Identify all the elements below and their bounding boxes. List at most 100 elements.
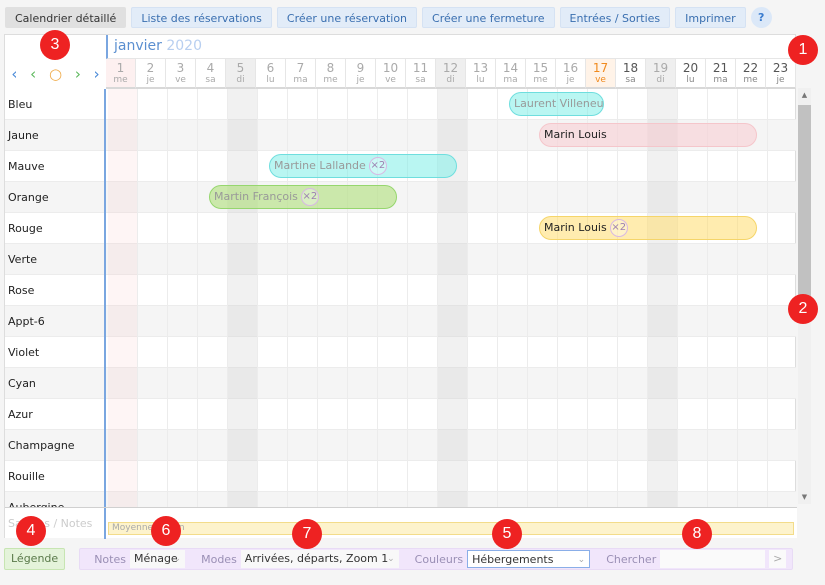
day-cell[interactable] [138,182,168,213]
day-cell[interactable] [468,120,498,151]
day-cell[interactable] [108,213,138,244]
day-cell[interactable] [618,89,648,120]
day-cell[interactable] [678,399,708,430]
day-cell[interactable] [258,275,288,306]
day-cell[interactable] [738,244,768,275]
day-cell[interactable] [408,368,438,399]
day-cell[interactable] [168,120,198,151]
day-cell[interactable] [408,213,438,244]
day-cell[interactable] [678,151,708,182]
day-header[interactable]: 19 di [646,59,676,89]
day-cell[interactable] [258,337,288,368]
day-cell[interactable] [108,306,138,337]
room-label[interactable]: Jaune [5,120,106,151]
day-cell[interactable] [618,337,648,368]
day-cell[interactable] [558,337,588,368]
day-cell[interactable] [768,151,797,182]
tab-creer-reservation[interactable]: Créer une réservation [276,7,418,28]
day-cell[interactable] [738,399,768,430]
day-cell[interactable] [768,399,797,430]
day-cell[interactable] [588,399,618,430]
day-cell[interactable] [108,430,138,461]
day-cell[interactable] [108,244,138,275]
day-cell[interactable] [648,399,678,430]
day-cell[interactable] [528,399,558,430]
day-cell[interactable] [768,337,797,368]
day-cell[interactable] [498,430,528,461]
tab-entrees-sorties[interactable]: Entrées / Sorties [559,7,671,28]
day-cell[interactable] [558,182,588,213]
room-label[interactable]: Azur [5,399,106,430]
day-cell[interactable] [378,399,408,430]
day-header[interactable]: 22 me [736,59,766,89]
day-cell[interactable] [498,368,528,399]
day-cell[interactable] [528,244,558,275]
booking-bar[interactable]: Marin Louis [539,123,757,147]
day-cell[interactable] [768,492,797,507]
day-cell[interactable] [348,368,378,399]
day-cell[interactable] [168,461,198,492]
day-cell[interactable] [528,182,558,213]
room-label[interactable]: Champagne [5,430,106,461]
day-cell[interactable] [378,430,408,461]
day-cell[interactable] [228,89,258,120]
day-cell[interactable] [558,275,588,306]
day-cell[interactable] [438,244,468,275]
day-cell[interactable] [138,492,168,507]
day-cell[interactable] [768,182,797,213]
day-cell[interactable] [438,306,468,337]
day-cell[interactable] [468,337,498,368]
day-cell[interactable] [588,244,618,275]
day-cell[interactable] [708,306,738,337]
day-cell[interactable] [408,275,438,306]
day-cell[interactable] [678,182,708,213]
day-cell[interactable] [708,151,738,182]
day-header[interactable]: 16 je [556,59,586,89]
day-cell[interactable] [678,430,708,461]
day-cell[interactable] [258,399,288,430]
today-button[interactable]: ○ [49,65,62,83]
day-cell[interactable] [378,492,408,507]
day-cell[interactable] [618,182,648,213]
day-header[interactable]: 20 lu [676,59,706,89]
day-cell[interactable] [378,275,408,306]
day-header[interactable]: 21 ma [706,59,736,89]
day-cell[interactable] [438,461,468,492]
day-cell[interactable] [558,461,588,492]
day-cell[interactable] [378,244,408,275]
day-cell[interactable] [228,306,258,337]
day-cell[interactable] [108,337,138,368]
day-cell[interactable] [168,89,198,120]
day-cell[interactable] [468,182,498,213]
day-cell[interactable] [348,461,378,492]
day-cell[interactable] [438,492,468,507]
next-far-button[interactable]: › [94,65,100,83]
day-header[interactable]: 8 me [316,59,346,89]
day-cell[interactable] [738,182,768,213]
day-cell[interactable] [768,430,797,461]
day-cell[interactable] [168,399,198,430]
day-header[interactable]: 7 ma [286,59,316,89]
day-cell[interactable] [498,151,528,182]
day-cell[interactable] [288,399,318,430]
day-cell[interactable] [678,89,708,120]
day-cell[interactable] [738,430,768,461]
room-label[interactable]: Rouge [5,213,106,244]
day-cell[interactable] [348,244,378,275]
notes-select[interactable]: Ménage ⌄ [129,550,186,568]
tab-creer-fermeture[interactable]: Créer une fermeture [422,7,555,28]
day-cell[interactable] [678,368,708,399]
day-cell[interactable] [468,461,498,492]
day-cell[interactable] [168,151,198,182]
day-cell[interactable] [258,120,288,151]
day-cell[interactable] [348,275,378,306]
day-cell[interactable] [228,120,258,151]
day-cell[interactable] [108,89,138,120]
day-cell[interactable] [738,151,768,182]
day-cell[interactable] [558,368,588,399]
day-cell[interactable] [138,89,168,120]
day-cell[interactable] [198,120,228,151]
day-cell[interactable] [618,275,648,306]
day-cell[interactable] [528,492,558,507]
day-cell[interactable] [558,430,588,461]
